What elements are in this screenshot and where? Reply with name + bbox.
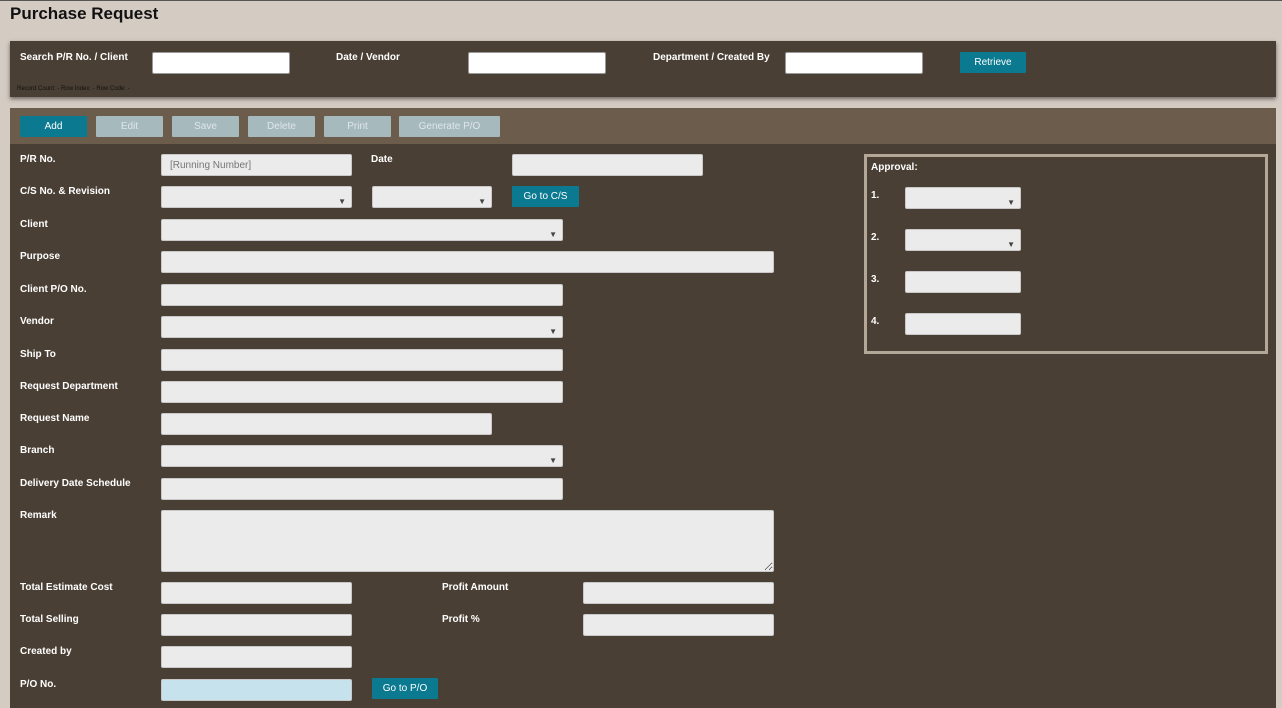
approval-1-select[interactable] [905, 187, 1021, 213]
pr-no-label: P/R No. [20, 154, 56, 165]
approval-1-label: 1. [871, 190, 880, 201]
print-button[interactable]: Print [324, 116, 391, 137]
form-panel: Add Edit Save Delete Print Generate P/O … [10, 108, 1276, 708]
pr-no-input[interactable] [161, 154, 352, 176]
date-input[interactable] [512, 154, 703, 176]
retrieve-button[interactable]: Retrieve [960, 52, 1026, 73]
cs-revision-select[interactable] [372, 186, 492, 212]
profit-amount-label: Profit Amount [442, 582, 509, 593]
request-dept-label: Request Department [20, 381, 118, 392]
save-button[interactable]: Save [172, 116, 239, 137]
ship-to-label: Ship To [20, 349, 56, 360]
approval-title: Approval: [871, 162, 918, 173]
search-date-input[interactable] [468, 52, 606, 74]
delivery-input[interactable] [161, 478, 563, 500]
delete-button[interactable]: Delete [248, 116, 315, 137]
profit-amount-input[interactable] [583, 582, 774, 604]
created-by-label: Created by [20, 646, 72, 657]
cs-no-select[interactable] [161, 186, 352, 212]
vendor-select[interactable] [161, 316, 563, 342]
total-estimate-input[interactable] [161, 582, 352, 604]
purpose-input[interactable] [161, 251, 774, 273]
client-po-input[interactable] [161, 284, 563, 306]
approval-2-select[interactable] [905, 229, 1021, 255]
toolbar: Add Edit Save Delete Print Generate P/O [10, 108, 1276, 144]
profit-pct-label: Profit % [442, 614, 480, 625]
page-title: Purchase Request [10, 4, 159, 23]
created-by-input[interactable] [161, 646, 352, 668]
approval-3-input[interactable] [905, 271, 1021, 293]
client-po-label: Client P/O No. [20, 284, 87, 295]
branch-select[interactable] [161, 445, 563, 471]
search-date-label: Date / Vendor [336, 52, 400, 63]
approval-3-label: 3. [871, 274, 880, 285]
total-selling-label: Total Selling [20, 614, 79, 625]
go-to-po-button[interactable]: Go to P/O [372, 678, 438, 699]
approval-2-label: 2. [871, 232, 880, 243]
approval-4-label: 4. [871, 316, 880, 327]
client-select[interactable] [161, 219, 563, 245]
po-no-label: P/O No. [20, 679, 57, 690]
search-dept-input[interactable] [785, 52, 923, 74]
cs-no-label: C/S No. & Revision [20, 186, 111, 197]
total-estimate-label: Total Estimate Cost [20, 582, 113, 593]
ship-to-input[interactable] [161, 349, 563, 371]
client-label: Client [20, 219, 48, 230]
branch-label: Branch [20, 445, 55, 456]
search-panel: Search P/R No. / Client Date / Vendor De… [10, 41, 1276, 97]
approval-box: Approval: 1. 2. 3. 4. [864, 154, 1268, 354]
top-border [0, 0, 1282, 1]
profit-pct-input[interactable] [583, 614, 774, 636]
remark-label: Remark [20, 510, 57, 521]
request-name-input[interactable] [161, 413, 492, 435]
request-dept-input[interactable] [161, 381, 563, 403]
search-pr-input[interactable] [152, 52, 290, 74]
record-status: Record Count: - Row Index: - Row Code: - [17, 86, 130, 92]
delivery-label: Delivery Date Schedule [20, 478, 131, 489]
total-selling-input[interactable] [161, 614, 352, 636]
request-name-label: Request Name [20, 413, 90, 424]
remark-textarea[interactable] [161, 510, 774, 572]
search-pr-label: Search P/R No. / Client [20, 52, 128, 63]
vendor-label: Vendor [20, 316, 54, 327]
generate-po-button[interactable]: Generate P/O [399, 116, 500, 137]
add-button[interactable]: Add [20, 116, 87, 137]
edit-button[interactable]: Edit [96, 116, 163, 137]
go-to-cs-button[interactable]: Go to C/S [512, 186, 579, 207]
approval-4-input[interactable] [905, 313, 1021, 335]
po-no-input[interactable] [161, 679, 352, 701]
purpose-label: Purpose [20, 251, 61, 262]
date-label: Date [371, 154, 393, 165]
search-dept-label: Department / Created By [653, 52, 770, 63]
